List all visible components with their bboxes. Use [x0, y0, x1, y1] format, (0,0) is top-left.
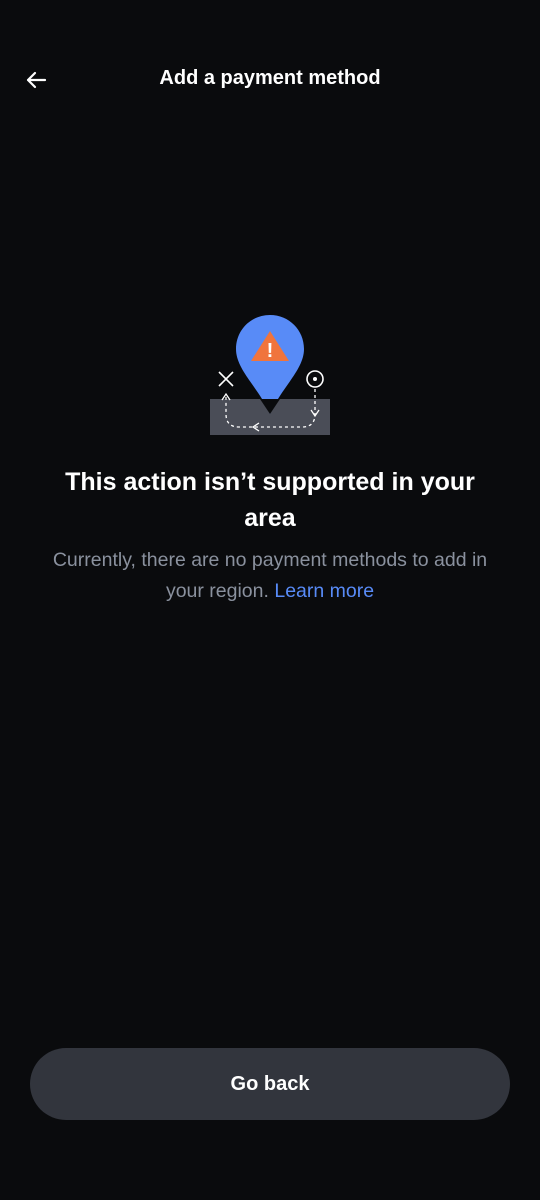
- top-bar: Add a payment method: [0, 50, 540, 110]
- go-back-button[interactable]: Go back: [30, 1048, 510, 1120]
- page-title: Add a payment method: [159, 67, 381, 89]
- warning-mark: !: [267, 340, 274, 362]
- learn-more-link[interactable]: Learn more: [274, 580, 374, 602]
- unsupported-description: Currently, there are no payment methods …: [36, 545, 504, 607]
- location-warning-illustration: !: [205, 310, 335, 440]
- description-text: Currently, there are no payment methods …: [52, 549, 488, 602]
- unsupported-headline: This action isn’t supported in your area: [65, 468, 475, 532]
